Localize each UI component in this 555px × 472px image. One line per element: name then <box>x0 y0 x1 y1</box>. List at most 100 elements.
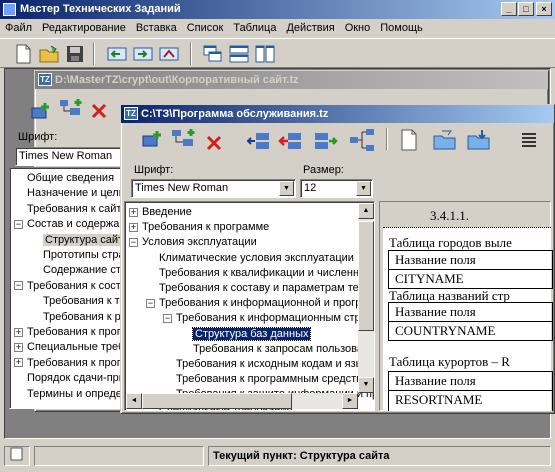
open-folder-icon[interactable] <box>432 128 458 152</box>
scroll-right-icon[interactable]: ► <box>342 393 358 409</box>
tree-node[interactable]: + Требования к прогр <box>14 356 123 371</box>
tree-node[interactable]: − Условия эксплуатации <box>129 235 257 250</box>
tree-node[interactable]: Термины и определ <box>14 387 123 402</box>
expand-icon[interactable]: + <box>129 207 138 217</box>
tree-node[interactable]: + Требования к прогр <box>14 325 123 340</box>
menu-item[interactable]: Действия <box>281 19 339 37</box>
tree-node[interactable]: + Введение <box>129 205 192 220</box>
open-folder-icon[interactable] <box>38 43 60 65</box>
tree-node[interactable]: Климатические условия эксплуатации <box>146 251 354 266</box>
tree-node[interactable]: Содержание стр <box>30 263 124 278</box>
tile-horizontal-icon[interactable] <box>228 43 250 65</box>
collapse-icon[interactable]: − <box>146 298 155 308</box>
collapse-icon[interactable]: − <box>14 281 23 291</box>
minimize-button[interactable]: _ <box>501 2 517 16</box>
scroll-up-icon[interactable]: ▲ <box>358 203 374 219</box>
menu-item[interactable]: Файл <box>0 19 37 37</box>
scroll-left-icon[interactable]: ◄ <box>126 393 142 409</box>
front-font-label: Шрифт: <box>134 164 174 176</box>
tree-node-label: Прототипы стра <box>43 249 124 261</box>
menu-item[interactable]: Окно <box>340 19 376 37</box>
tool-icon[interactable] <box>158 43 180 65</box>
back-tree-panel: Общие сведения Назначение и цели Требовани… <box>9 167 124 409</box>
chevron-down-icon[interactable]: ▼ <box>279 181 294 196</box>
arrow-left-icon[interactable] <box>106 43 128 65</box>
front-window-title-bar[interactable]: TZ C:\ТЗ\Программа обслуживания.tz <box>121 105 554 123</box>
expand-icon[interactable]: + <box>14 342 23 352</box>
tree-node[interactable]: Требования к составу и параметрам технич… <box>146 281 374 296</box>
doc-table1-header: Название поля <box>388 250 553 270</box>
tree-node[interactable]: Порядок сдачи-прие <box>14 371 124 386</box>
menu-item[interactable]: Список <box>182 19 229 37</box>
tz-document-icon: TZ <box>38 73 52 86</box>
scroll-thumb[interactable] <box>358 221 374 331</box>
move-right-icon[interactable] <box>312 130 338 152</box>
tree-node[interactable]: Требования к исходным кодам и языкам <box>163 357 374 372</box>
menu-item[interactable]: Вставка <box>131 19 182 37</box>
close-button[interactable]: × <box>536 2 552 16</box>
add-item-icon[interactable] <box>29 101 51 123</box>
tree-vertical-scrollbar[interactable]: ▲ ▼ <box>358 203 374 393</box>
tree-node[interactable]: Требования к сайту <box>14 202 123 217</box>
delete-item-icon[interactable] <box>205 134 223 152</box>
tree-node[interactable]: − Требования к сост <box>14 279 121 294</box>
add-item-icon[interactable] <box>140 129 164 151</box>
tree-node-label: Требования к программе <box>142 221 270 234</box>
tree-node[interactable]: Общие сведения <box>14 171 114 186</box>
scroll-thumb[interactable] <box>142 393 292 409</box>
front-size-combo[interactable]: 12 ▼ <box>300 179 373 198</box>
tree-node[interactable]: − Требования к информационным структур <box>163 311 374 326</box>
tree-node[interactable]: Структура баз данных <box>180 326 312 342</box>
align-text-icon[interactable] <box>520 131 538 149</box>
save-folder-icon[interactable] <box>466 128 492 152</box>
cascade-windows-icon[interactable] <box>202 43 224 65</box>
menu-item[interactable]: Помощь <box>375 19 428 37</box>
move-left-icon[interactable] <box>246 130 272 152</box>
expand-icon[interactable]: + <box>14 358 23 368</box>
tree-node-label: Порядок сдачи-прие <box>27 372 124 385</box>
move-up-icon[interactable] <box>278 130 304 152</box>
tree-node[interactable]: −Состав и содержание <box>14 217 123 232</box>
maximize-button[interactable]: □ <box>518 2 534 16</box>
tree-node[interactable]: Требования к программным средствам, <box>163 372 374 387</box>
arrow-right-icon[interactable] <box>132 43 154 65</box>
add-child-item-icon[interactable] <box>58 97 84 119</box>
tree-node[interactable]: − Требования к информационной и программн <box>146 296 374 311</box>
toolbar-separator <box>190 43 192 65</box>
expand-icon[interactable]: + <box>129 222 138 232</box>
tree-node[interactable]: Требования к ра <box>30 310 123 325</box>
chevron-down-icon[interactable]: ▼ <box>356 181 371 196</box>
tree-node[interactable]: Прототипы стра <box>30 248 124 263</box>
expand-icon[interactable]: + <box>14 327 23 337</box>
tree-node[interactable]: + Требования к программе <box>129 220 269 235</box>
tree-structure-icon[interactable] <box>348 127 376 153</box>
tree-node[interactable]: + Специальные требов <box>14 340 123 355</box>
tree-node[interactable]: Назначение и цели <box>14 186 123 201</box>
menu-item[interactable]: Таблица <box>228 19 281 37</box>
collapse-icon[interactable]: − <box>14 219 23 229</box>
front-font-combo[interactable]: Times New Roman ▼ <box>131 179 296 198</box>
delete-item-icon[interactable] <box>90 102 108 120</box>
menu-item[interactable]: Редактирование <box>37 19 131 37</box>
doc-divider <box>383 227 551 228</box>
tree-node[interactable]: Требования к запросам пользовате <box>180 342 374 357</box>
tree-node-label: Требования к те <box>43 295 124 308</box>
scroll-down-icon[interactable]: ▼ <box>358 377 374 393</box>
tree-node[interactable]: Структура сайта <box>30 233 123 248</box>
tree-node[interactable]: Требования к квалификации и численности <box>146 266 374 281</box>
back-font-combo[interactable]: Times New Roman <box>15 147 122 166</box>
tree-node-label: Требования к запросам пользовате <box>193 342 374 355</box>
new-document-icon[interactable] <box>12 43 34 65</box>
tile-vertical-icon[interactable] <box>254 43 276 65</box>
back-window-title-bar[interactable]: TZ D:\MasterTZ\crypt\out\Корпоративный с… <box>35 71 548 89</box>
tree-horizontal-scrollbar[interactable]: ◄ ► <box>126 393 358 409</box>
doc-heading: 3.4.1.1. <box>430 208 469 223</box>
status-bar: Текущий пункт: Структура сайта <box>0 440 555 472</box>
tree-node-label: Содержание стр <box>43 264 124 277</box>
add-child-item-icon[interactable] <box>170 127 198 151</box>
save-icon[interactable] <box>64 43 86 65</box>
collapse-icon[interactable]: − <box>129 237 138 247</box>
collapse-icon[interactable]: − <box>163 313 172 323</box>
tree-node[interactable]: Требования к те <box>30 294 124 309</box>
new-page-icon[interactable] <box>398 128 420 152</box>
